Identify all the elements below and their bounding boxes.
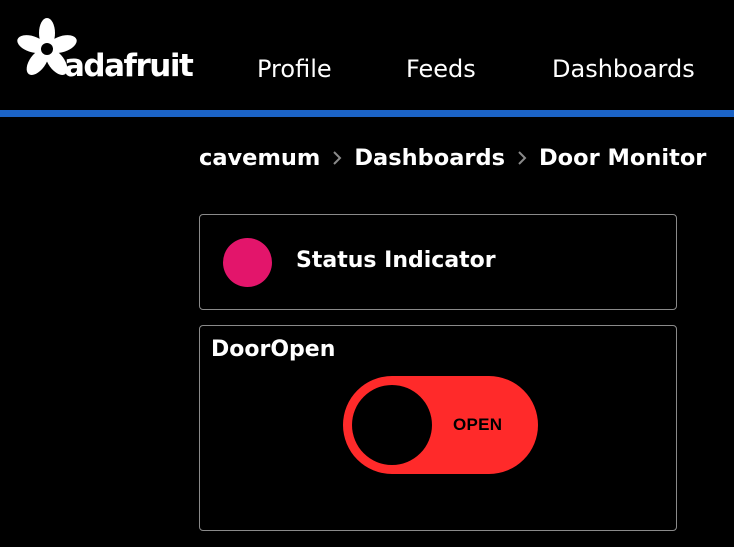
chevron-right-icon — [518, 151, 527, 165]
logo-wordmark: adafruit — [64, 48, 194, 84]
status-indicator-block: Status Indicator — [199, 214, 677, 310]
toggle-block-title: DoorOpen — [211, 337, 336, 362]
nav-dashboards[interactable]: Dashboards — [552, 52, 695, 86]
nav-feeds[interactable]: Feeds — [406, 52, 476, 86]
toggle-state-label: OPEN — [453, 415, 503, 434]
chevron-right-icon — [333, 151, 342, 165]
breadcrumb-current: Door Monitor — [538, 145, 707, 171]
breadcrumb-user[interactable]: cavemum — [199, 145, 320, 171]
nav-profile[interactable]: Profile — [257, 52, 332, 86]
status-indicator-light — [223, 238, 272, 287]
breadcrumb: cavemum Dashboards Door Monitor — [199, 141, 706, 175]
toggle-knob[interactable] — [352, 385, 432, 465]
header-accent-bar — [0, 110, 734, 117]
door-open-toggle-switch[interactable]: OPEN — [343, 376, 538, 474]
toggle-block: DoorOpen OPEN — [199, 325, 677, 531]
breadcrumb-dashboards[interactable]: Dashboards — [354, 145, 505, 171]
status-indicator-label: Status Indicator — [296, 248, 496, 273]
adafruit-logo[interactable]: adafruit — [16, 18, 196, 88]
top-navbar: adafruit Profile Feeds Dashboards — [0, 0, 734, 110]
